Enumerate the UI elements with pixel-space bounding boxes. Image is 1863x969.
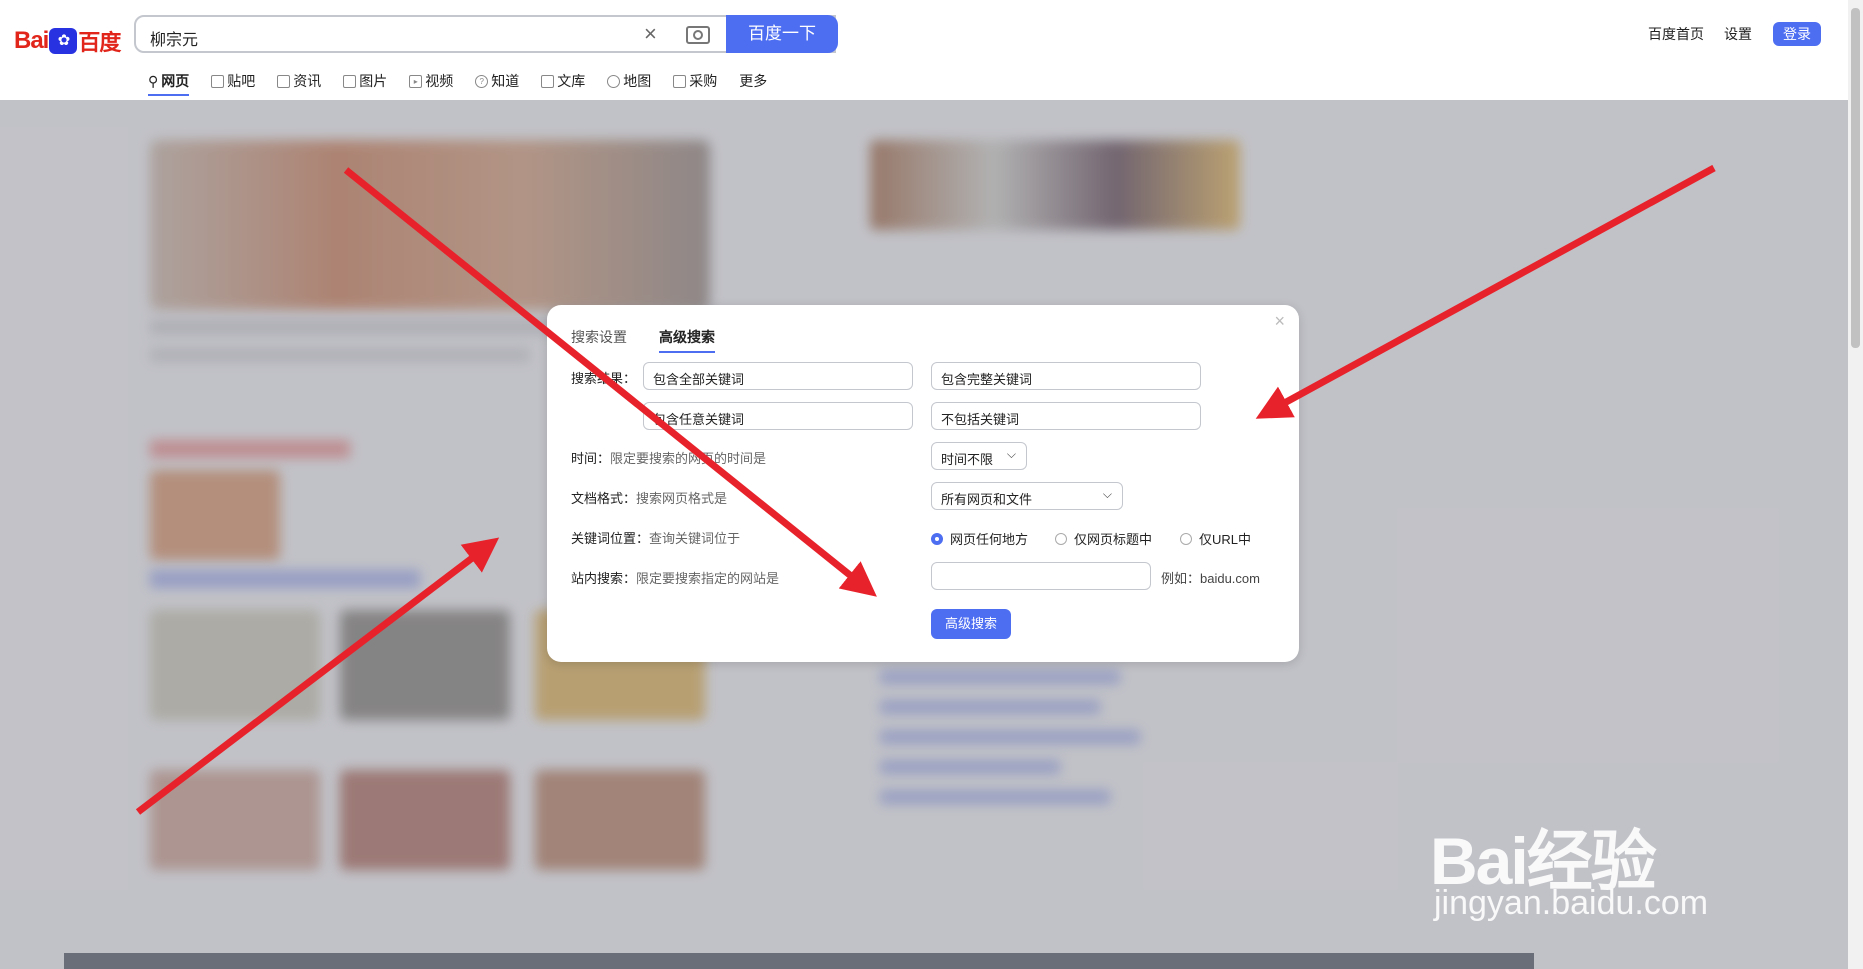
format-row-label: 文档格式：搜索网页格式是 [571,488,727,507]
tab-zhidao[interactable]: ? 知道 [475,66,519,96]
tab-advanced-search[interactable]: 高级搜索 [659,327,715,353]
radio-url-only[interactable]: 仅URL中 [1180,529,1251,548]
any-keywords-field[interactable]: 包含任意关键词 [643,402,913,430]
tab-wenku[interactable]: 文库 [541,66,585,96]
advanced-search-dialog: × 搜索设置 高级搜索 搜索结果： 包含全部关键词 包含完整关键词 包含任意关键… [547,305,1299,662]
tab-label: 图片 [359,73,388,89]
tab-search-settings[interactable]: 搜索设置 [571,327,627,347]
site-field[interactable] [931,562,1151,590]
radio-dot [931,532,943,545]
question-icon: ? [475,74,489,88]
watermark-url: jingyan.baidu.com [1434,884,1709,922]
position-row-label: 关键词位置：查询关键词位于 [571,528,740,547]
camera-icon[interactable] [686,26,710,44]
video-icon: ▸ [409,74,423,88]
search-tabs: ⚲ 网页 贴吧 资讯 图片 ▸ 视频 ? 知道 文库 地图 采购 更多 [148,66,789,96]
field-placeholder: 包含任意关键词 [653,412,745,427]
cart-icon [673,74,687,88]
tab-map[interactable]: 地图 [607,66,651,96]
tab-label: 网页 [161,73,190,89]
site-row-label: 站内搜索：限定要搜索指定的网站是 [571,568,779,587]
search-icon: ⚲ [148,72,159,89]
field-placeholder: 包含完整关键词 [941,372,1033,387]
doc-icon [541,74,555,88]
tab-more[interactable]: 更多 [739,66,767,96]
baidu-jingyan-watermark: Bai经验 jingyan.baidu.com [1430,760,1770,940]
logo-text: Bai [14,27,49,54]
time-value: 时间不限 [941,452,994,467]
tab-video[interactable]: ▸ 视频 [409,66,453,96]
search-query-text: 柳宗元 [150,32,199,49]
tab-purchase[interactable]: 采购 [673,66,717,96]
tab-web[interactable]: ⚲ 网页 [148,72,190,96]
site-label: 站内搜索： [571,571,637,586]
tab-label: 文库 [557,73,586,89]
chevron-down-icon: ⌵ [1006,447,1016,461]
format-label: 文档格式： [571,491,637,506]
site-example: 例如：baidu.com [1161,571,1260,586]
tab-images[interactable]: 图片 [343,66,387,96]
all-keywords-field[interactable]: 包含全部关键词 [643,362,913,390]
position-label: 关键词位置： [571,531,650,546]
result-label: 搜索结果： [571,371,637,386]
tab-label: 视频 [425,73,454,89]
image-icon [343,74,357,88]
time-select[interactable]: 时间不限 ⌵ [931,442,1027,470]
tab-label: 更多 [739,73,768,89]
radio-dot [1180,532,1192,545]
tab-label: 采购 [689,73,718,89]
format-sublabel: 搜索网页格式是 [636,491,728,506]
radio-title-only[interactable]: 仅网页标题中 [1055,529,1152,548]
tieba-icon [211,74,225,88]
baidu-logo[interactable]: Bai ✿ 百度 [14,26,121,56]
field-placeholder: 不包括关键词 [941,412,1020,427]
radio-dot [1055,532,1067,545]
home-link[interactable]: 百度首页 [1648,24,1704,44]
format-value: 所有网页和文件 [941,492,1033,507]
clear-icon[interactable]: × [644,21,657,47]
exclude-keywords-field[interactable]: 不包括关键词 [931,402,1201,430]
tab-label: 贴吧 [227,73,256,89]
format-select[interactable]: 所有网页和文件 ⌵ [931,482,1123,510]
chevron-down-icon: ⌵ [1102,487,1112,501]
news-icon [277,74,291,88]
field-placeholder: 包含全部关键词 [653,372,745,387]
tab-news[interactable]: 资讯 [277,66,321,96]
search-header: Bai ✿ 百度 柳宗元 × 百度一下 百度首页 设置 登录 ⚲ 网页 贴吧 资讯… [0,0,1863,110]
site-sublabel: 限定要搜索指定的网站是 [636,571,780,586]
radio-label: 仅URL中 [1199,532,1252,547]
paw-icon: ✿ [49,28,78,54]
logo-text-cn: 百度 [78,30,121,55]
time-sublabel: 限定要搜索的网页的时间是 [610,451,767,466]
time-row-label: 时间：限定要搜索的网页的时间是 [571,448,766,467]
search-button[interactable]: 百度一下 [726,15,838,53]
close-icon[interactable]: × [1274,311,1285,332]
exact-keywords-field[interactable]: 包含完整关键词 [931,362,1201,390]
radio-label: 仅网页标题中 [1074,532,1153,547]
scrollbar-thumb[interactable] [1851,8,1860,348]
radio-label: 网页任何地方 [950,532,1029,547]
tab-label: 资讯 [293,73,322,89]
time-label: 时间： [571,451,611,466]
tab-label: 地图 [623,73,652,89]
bottom-bar [64,953,1534,969]
position-sublabel: 查询关键词位于 [649,531,741,546]
advanced-search-button[interactable]: 高级搜索 [931,609,1011,639]
tab-label: 知道 [491,73,520,89]
radio-anywhere[interactable]: 网页任何地方 [931,529,1028,548]
tab-tieba[interactable]: 贴吧 [211,66,255,96]
settings-link[interactable]: 设置 [1724,24,1752,44]
login-button[interactable]: 登录 [1773,22,1821,46]
map-icon [607,74,621,88]
